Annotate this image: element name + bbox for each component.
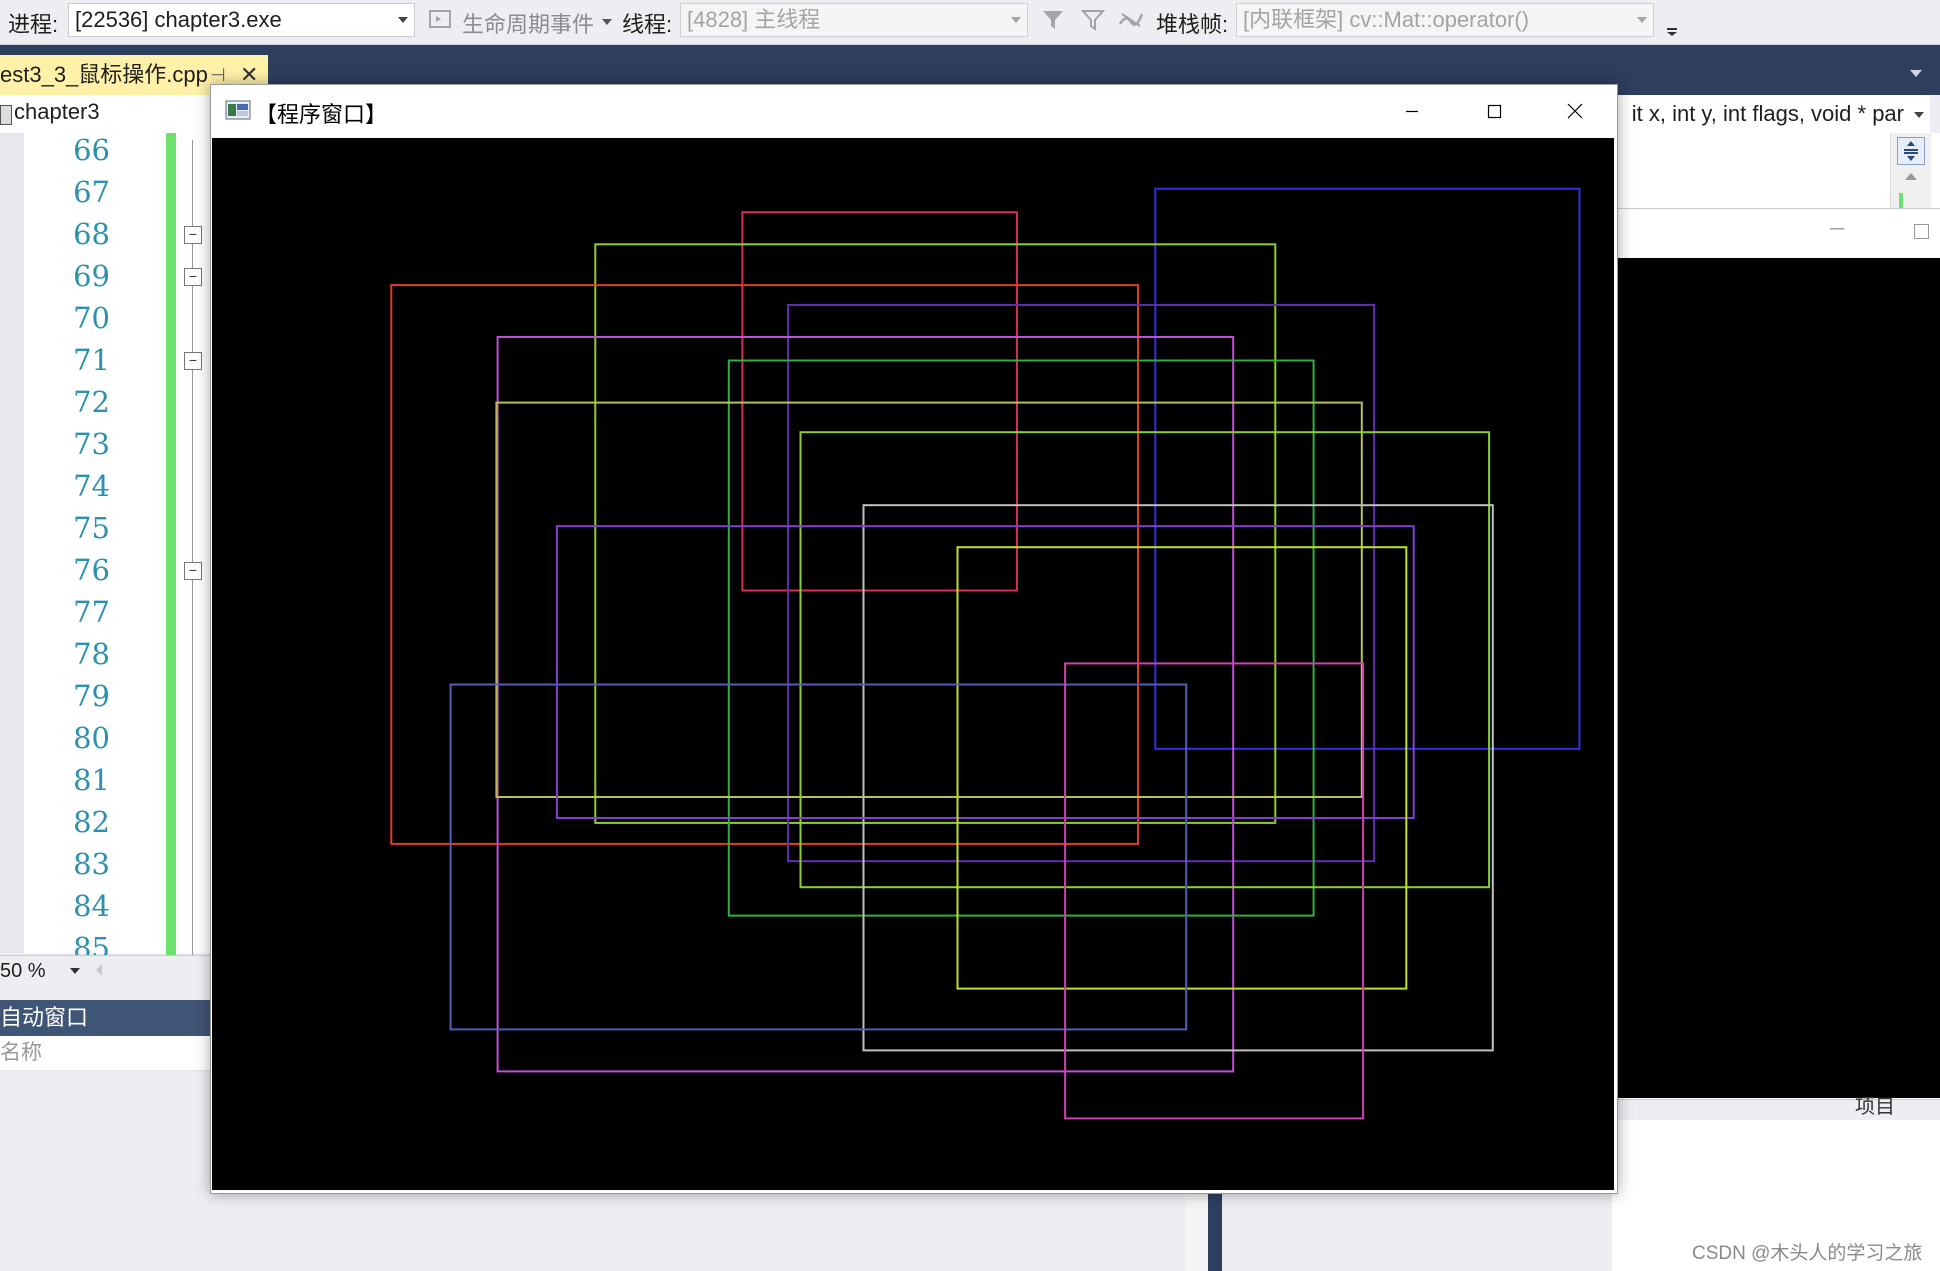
opencv-window-title: 【程序窗口】 — [255, 102, 388, 127]
autos-window-header[interactable]: 自动窗口 — [0, 1000, 210, 1036]
app-icon — [225, 100, 251, 120]
process-dropdown-value: [22536] chapter3.exe — [75, 7, 282, 32]
outline-line — [192, 140, 193, 955]
console-output — [1612, 258, 1940, 1098]
line-number: 78 — [73, 637, 110, 671]
project-dropdown[interactable]: chapter3 — [14, 99, 100, 125]
rectangles-drawing — [390, 187, 1581, 1120]
line-number: 83 — [73, 847, 110, 881]
line-number: 76 — [73, 553, 110, 587]
collapse-icon[interactable]: − — [184, 352, 202, 370]
column-header-project[interactable]: 项目 — [1855, 1090, 1895, 1119]
line-number: 75 — [73, 511, 110, 545]
member-dropdown-value: it x, int y, int flags, void * par — [1631, 101, 1904, 126]
change-tracking-bar — [166, 133, 176, 955]
drawn-rectangle-3 — [594, 243, 1277, 824]
process-label: 进程: — [8, 12, 59, 37]
line-number: 80 — [73, 721, 110, 755]
drawn-rectangle-4 — [390, 284, 1140, 845]
drawn-rectangle-5 — [787, 303, 1376, 863]
thread-dropdown[interactable]: [4828] 主线程 — [680, 3, 1028, 37]
thread-dropdown-value: [4828] 主线程 — [687, 7, 821, 32]
filter-icon[interactable] — [1040, 8, 1066, 34]
watermark: CSDN @木头人的学习之旅 — [1692, 1243, 1923, 1264]
console-maximize-icon[interactable] — [1914, 224, 1929, 239]
project-icon — [0, 105, 12, 125]
line-number: 68 — [73, 217, 110, 251]
scroll-change-marker — [1899, 193, 1903, 209]
zoom-level[interactable]: 50 % — [0, 955, 210, 986]
drawn-rectangle-1 — [741, 211, 1018, 592]
line-number: 77 — [73, 595, 110, 629]
autos-name-column[interactable]: 名称 — [0, 1036, 210, 1071]
opencv-canvas[interactable] — [212, 138, 1614, 1190]
chevron-down-icon[interactable] — [70, 968, 80, 974]
stackframe-dropdown[interactable]: [内联框架] cv::Mat::operator() — [1236, 3, 1654, 37]
stackframe-label: 堆栈帧: — [1156, 12, 1229, 37]
scroll-up-icon[interactable] — [1905, 173, 1917, 180]
drawn-rectangle-11 — [555, 525, 1415, 819]
drawn-rectangle-6 — [496, 336, 1235, 1073]
line-number: 72 — [73, 385, 110, 419]
chevron-down-icon — [1914, 112, 1924, 118]
line-number: 81 — [73, 763, 110, 797]
close-icon — [1567, 103, 1583, 119]
chevron-down-icon — [398, 17, 408, 23]
thread-label: 线程: — [622, 12, 673, 37]
lifecycle-chevron-down-icon[interactable] — [602, 19, 612, 25]
pane-divider[interactable] — [1208, 1190, 1222, 1271]
drawn-rectangle-7 — [727, 359, 1315, 917]
tab-document-label: est3_3_鼠标操作.cpp — [0, 62, 208, 87]
collapse-icon[interactable]: − — [184, 226, 202, 244]
flag-threads-icon[interactable] — [1080, 8, 1106, 34]
line-number: 67 — [73, 175, 110, 209]
minimize-button[interactable] — [1392, 92, 1432, 130]
chevron-down-icon — [1637, 17, 1647, 23]
minimize-icon — [1406, 110, 1418, 113]
toggle-threads-icon[interactable] — [1118, 8, 1144, 34]
vertical-scrollbar[interactable] — [1890, 133, 1931, 209]
maximize-button[interactable] — [1474, 92, 1514, 130]
line-number: 71 — [73, 343, 110, 377]
drawn-rectangle-2 — [1154, 187, 1581, 750]
stackframe-dropdown-value: [内联框架] cv::Mat::operator() — [1243, 7, 1530, 32]
process-dropdown[interactable]: [22536] chapter3.exe — [68, 3, 415, 37]
drawn-rectangle-8 — [495, 401, 1363, 798]
chevron-down-icon — [1011, 17, 1021, 23]
split-window-icon[interactable] — [1897, 137, 1925, 165]
line-number: 69 — [73, 259, 110, 293]
toolbar-overflow-icon[interactable] — [1664, 14, 1680, 36]
member-dropdown[interactable]: it x, int y, int flags, void * par — [1612, 99, 1932, 129]
line-number: 84 — [73, 889, 110, 923]
pane-background — [1185, 1190, 1210, 1271]
lifecycle-events-icon[interactable] — [428, 8, 454, 34]
line-number: 82 — [73, 805, 110, 839]
scroll-left-icon[interactable] — [96, 964, 102, 976]
line-number: 74 — [73, 469, 110, 503]
close-button[interactable] — [1555, 92, 1595, 130]
drawn-rectangle-12 — [956, 546, 1408, 990]
lifecycle-events-button[interactable]: 生命周期事件 — [462, 7, 594, 39]
line-number: 70 — [73, 301, 110, 335]
tab-list-chevron-down-icon[interactable] — [1910, 70, 1922, 77]
console-titlebar[interactable]: ─ — [1612, 210, 1940, 258]
zoom-level-value: 50 % — [0, 960, 46, 982]
console-minimize-icon[interactable]: ─ — [1830, 218, 1844, 241]
line-number: 73 — [73, 427, 110, 461]
drawn-rectangle-13 — [449, 683, 1188, 1031]
line-number: 79 — [73, 679, 110, 713]
indicator-margin — [0, 133, 24, 953]
collapse-icon[interactable]: − — [184, 268, 202, 286]
collapse-icon[interactable]: − — [184, 562, 202, 580]
line-number: 66 — [73, 133, 110, 167]
maximize-icon — [1487, 104, 1502, 119]
